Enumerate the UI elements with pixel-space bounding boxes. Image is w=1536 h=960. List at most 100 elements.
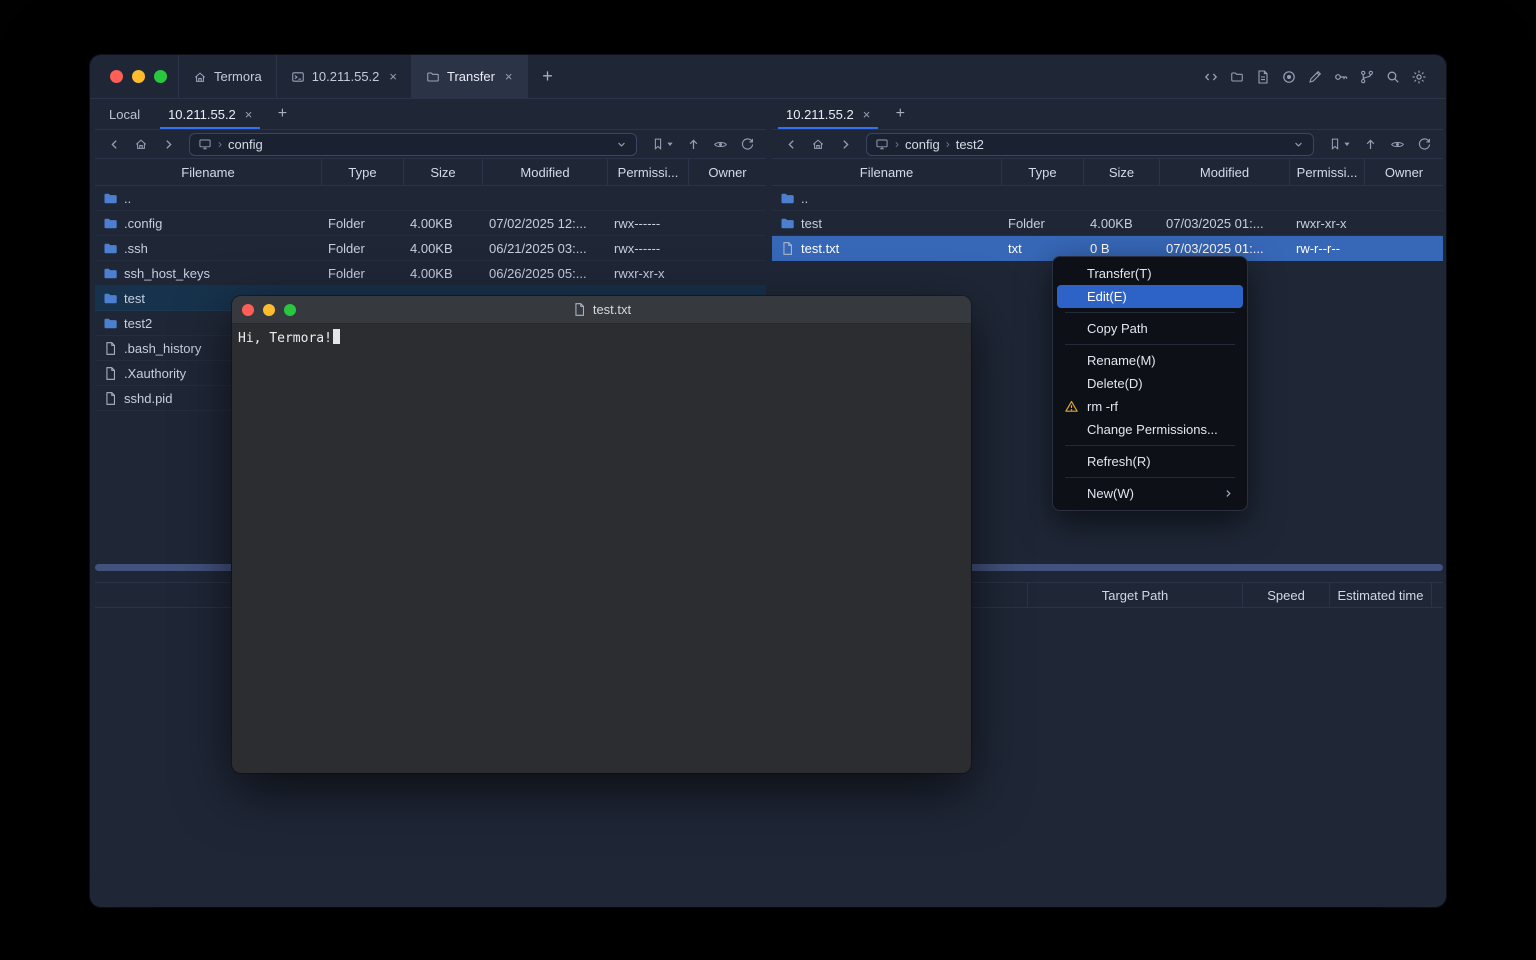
- cell-filename: test: [772, 216, 1002, 231]
- tab-label: 10.211.55.2: [168, 107, 236, 122]
- parent-directory-button[interactable]: [680, 132, 706, 156]
- refresh-icon: [740, 137, 755, 152]
- show-hidden-files-button[interactable]: [1384, 132, 1410, 156]
- search-button[interactable]: [1382, 66, 1404, 88]
- titlebar: Termora10.211.55.2×Transfer×+: [90, 55, 1446, 99]
- editor-content[interactable]: Hi, Termora!: [232, 324, 971, 351]
- column-header-owner[interactable]: Owner: [1365, 159, 1443, 185]
- file-table-header: FilenameTypeSizeModifiedPermissi...Owner: [772, 159, 1443, 186]
- editor-titlebar[interactable]: test.txt: [232, 296, 971, 324]
- show-hidden-files-button[interactable]: [707, 132, 733, 156]
- file-row-parent-directory[interactable]: ..: [772, 186, 1443, 211]
- menu-item-label: Edit(E): [1087, 289, 1127, 304]
- back-button[interactable]: [101, 132, 127, 156]
- panel-tab-10-211-55-2[interactable]: 10.211.55.2×: [772, 99, 884, 129]
- column-header-size[interactable]: Size: [1084, 159, 1160, 185]
- tab-label: Local: [109, 107, 140, 122]
- arrow-left-icon: [107, 137, 122, 152]
- column-header-target-path[interactable]: Target Path: [1028, 583, 1243, 607]
- pencil-button[interactable]: [1304, 66, 1326, 88]
- branch-button[interactable]: [1356, 66, 1378, 88]
- home-button[interactable]: [805, 132, 831, 156]
- menu-item-transfer-t[interactable]: Transfer(T): [1057, 262, 1243, 285]
- forward-button[interactable]: [832, 132, 858, 156]
- menu-item-delete-d[interactable]: Delete(D): [1057, 372, 1243, 395]
- refresh-icon: [1417, 137, 1432, 152]
- code-icon: [1203, 69, 1219, 85]
- breadcrumb-segment[interactable]: test2: [956, 137, 984, 152]
- file-row-config[interactable]: .configFolder4.00KB07/02/2025 12:...rwx-…: [95, 211, 766, 236]
- editor-close-button[interactable]: [242, 304, 254, 316]
- record-button[interactable]: [1278, 66, 1300, 88]
- tab-label: 10.211.55.2: [312, 69, 380, 84]
- document-button[interactable]: [1252, 66, 1274, 88]
- menu-item-label: Copy Path: [1087, 321, 1148, 336]
- breadcrumb-segment[interactable]: config: [228, 137, 263, 152]
- file-row-ssh-host-keys[interactable]: ssh_host_keysFolder4.00KB06/26/2025 05:.…: [95, 261, 766, 286]
- column-header-permissi[interactable]: Permissi...: [1290, 159, 1365, 185]
- file-row-parent-directory[interactable]: ..: [95, 186, 766, 211]
- cell-permissions: rwx------: [608, 216, 689, 231]
- editor-minimize-button[interactable]: [263, 304, 275, 316]
- minimize-window-button[interactable]: [132, 70, 145, 83]
- column-header-estimated-time[interactable]: Estimated time: [1330, 583, 1432, 607]
- app-tab-termora[interactable]: Termora: [178, 55, 277, 98]
- home-button[interactable]: [128, 132, 154, 156]
- app-tab-transfer[interactable]: Transfer×: [412, 55, 528, 98]
- menu-item-change-permissions[interactable]: Change Permissions...: [1057, 418, 1243, 441]
- close-tab-icon[interactable]: ×: [863, 108, 871, 121]
- new-panel-tab-button[interactable]: +: [884, 99, 916, 129]
- zoom-window-button[interactable]: [154, 70, 167, 83]
- cell-modified: 07/03/2025 01:...: [1160, 241, 1290, 256]
- key-button[interactable]: [1330, 66, 1352, 88]
- menu-item-label: rm -rf: [1087, 399, 1118, 414]
- column-header-modified[interactable]: Modified: [1160, 159, 1290, 185]
- panel-tab-local[interactable]: Local: [95, 99, 154, 129]
- menu-item-edit-e[interactable]: Edit(E): [1057, 285, 1243, 308]
- panel-tab-10-211-55-2[interactable]: 10.211.55.2 ×: [154, 99, 266, 129]
- menu-item-new-w[interactable]: New(W): [1057, 482, 1243, 505]
- file-row-test[interactable]: testFolder4.00KB07/03/2025 01:...rwxr-xr…: [772, 211, 1443, 236]
- menu-item-refresh-r[interactable]: Refresh(R): [1057, 450, 1243, 473]
- cell-size: 0 B: [1084, 241, 1160, 256]
- menu-item-rm-rf[interactable]: rm -rf: [1057, 395, 1243, 418]
- new-panel-tab-button[interactable]: +: [266, 99, 298, 129]
- column-header-modified[interactable]: Modified: [483, 159, 608, 185]
- parent-directory-button[interactable]: [1357, 132, 1383, 156]
- breadcrumb-segment[interactable]: config: [905, 137, 940, 152]
- menu-item-rename-m[interactable]: Rename(M): [1057, 349, 1243, 372]
- column-header-permissi[interactable]: Permissi...: [608, 159, 689, 185]
- document-icon: [572, 302, 587, 317]
- bookmarks-button[interactable]: [645, 132, 679, 156]
- settings-button[interactable]: [1408, 66, 1430, 88]
- folder-button[interactable]: [1226, 66, 1248, 88]
- column-header-filename[interactable]: Filename: [95, 159, 322, 185]
- path-breadcrumb-field[interactable]: ›config: [189, 133, 637, 156]
- column-header-filename[interactable]: Filename: [772, 159, 1002, 185]
- column-header-owner[interactable]: Owner: [689, 159, 766, 185]
- close-tab-icon[interactable]: ×: [505, 70, 513, 83]
- arrow-up-icon: [1363, 137, 1378, 152]
- new-tab-button[interactable]: +: [528, 55, 568, 98]
- app-tab-10-211-55-2[interactable]: 10.211.55.2 ×: [277, 55, 412, 98]
- bookmarks-button[interactable]: [1322, 132, 1356, 156]
- chevron-down-icon[interactable]: [1292, 138, 1305, 151]
- code-button[interactable]: [1200, 66, 1222, 88]
- refresh-button[interactable]: [734, 132, 760, 156]
- column-header-type[interactable]: Type: [322, 159, 404, 185]
- refresh-button[interactable]: [1411, 132, 1437, 156]
- close-tab-icon[interactable]: ×: [389, 70, 397, 83]
- chevron-down-icon[interactable]: [615, 138, 628, 151]
- column-header-size[interactable]: Size: [404, 159, 483, 185]
- column-header-speed[interactable]: Speed: [1243, 583, 1330, 607]
- menu-item-copy-path[interactable]: Copy Path: [1057, 317, 1243, 340]
- path-breadcrumb-field[interactable]: ›config›test2: [866, 133, 1314, 156]
- close-tab-icon[interactable]: ×: [245, 108, 253, 121]
- file-row-ssh[interactable]: .sshFolder4.00KB06/21/2025 03:...rwx----…: [95, 236, 766, 261]
- cell-permissions: rwxr-xr-x: [1290, 216, 1365, 231]
- editor-zoom-button[interactable]: [284, 304, 296, 316]
- column-header-type[interactable]: Type: [1002, 159, 1084, 185]
- close-window-button[interactable]: [110, 70, 123, 83]
- back-button[interactable]: [778, 132, 804, 156]
- forward-button[interactable]: [155, 132, 181, 156]
